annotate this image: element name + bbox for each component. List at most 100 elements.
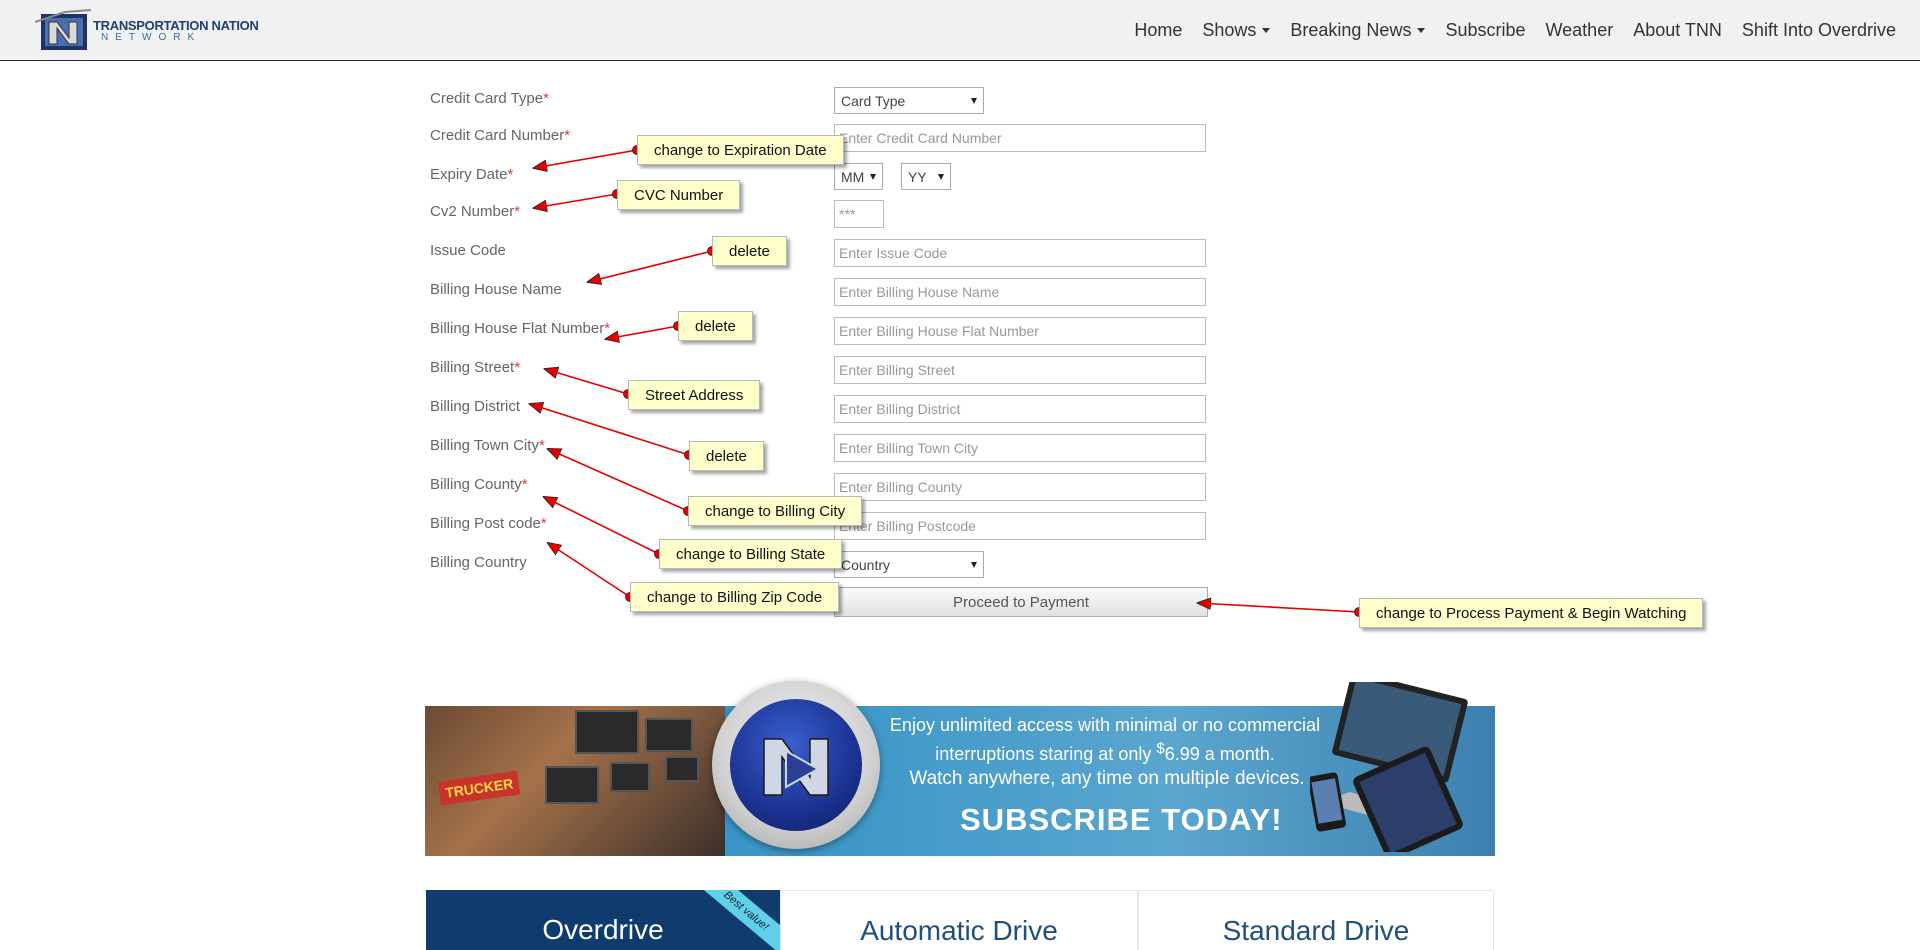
nav-about-label: About TNN [1633,19,1722,40]
main-nav: Home Shows Breaking News Subscribe Weath… [1114,0,1896,60]
dropdown-arrow-icon [971,98,977,104]
house-flat-input[interactable] [834,317,1206,345]
banner-thumbnail [575,710,639,754]
district-input[interactable] [834,395,1206,423]
annotation-note: change to Billing Zip Code [630,582,840,612]
top-navbar: TRANSPORTATION NATION NETWORK Home Shows… [0,0,1920,61]
nav-breaking-news[interactable]: Breaking News [1290,19,1426,41]
required-mark: * [540,515,547,532]
banner-thumbnail [645,718,693,752]
annotation-note: Street Address [628,380,761,410]
label-town-city: Billing Town City* [430,437,545,454]
arrow-5 [545,369,629,395]
banner-show-collage: TRUCKER [425,706,725,856]
dropdown-arrow-icon [971,562,977,568]
annotation-note: CVC Number [617,180,741,210]
country-select[interactable]: Country [834,551,984,578]
banner-cta[interactable]: SUBSCRIBE TODAY! [960,802,1283,838]
plan-standard-drive[interactable]: Standard Drive [1138,890,1494,950]
plan-overdrive[interactable]: Overdrive Best value! [426,890,780,950]
label-district: Billing District [430,398,521,415]
card-type-select[interactable]: Card Type [834,87,984,114]
nav-home[interactable]: Home [1134,20,1182,41]
arrow-9 [548,543,631,598]
dropdown-arrow-icon [938,174,944,180]
required-mark: * [543,90,549,107]
arrow-6 [530,404,690,456]
proceed-to-payment-button[interactable]: Proceed to Payment [834,587,1208,617]
caret-down-icon [1262,27,1271,33]
banner-thumbnail [545,766,599,804]
label-county: Billing County* [430,476,528,493]
label-issue-code: Issue Code [430,242,506,259]
required-mark: * [514,203,521,220]
annotation-note: delete [678,311,753,341]
nav-shows[interactable]: Shows [1202,19,1271,41]
nav-shift-into-overdrive[interactable]: Shift Into Overdrive [1742,20,1896,41]
card-number-input[interactable] [834,124,1206,152]
label-card-type: Credit Card Type* [430,90,549,107]
logo-title: TRANSPORTATION NATION [93,18,259,33]
annotation-note: delete [712,236,787,266]
label-street: Billing Street* [430,359,521,376]
required-mark: * [521,476,528,493]
label-card-number: Credit Card Number* [430,127,571,144]
required-mark: * [604,320,611,337]
tnn-logo[interactable]: TRANSPORTATION NATION NETWORK [35,8,259,54]
plan-automatic-drive[interactable]: Automatic Drive [780,890,1138,950]
arrow-10 [1198,603,1360,613]
required-mark: * [538,437,545,454]
plan-name: Automatic Drive [860,915,1058,946]
annotation-note: delete [689,441,764,471]
nav-weather[interactable]: Weather [1546,20,1614,41]
best-value-ribbon: Best value! [692,890,780,950]
label-country: Billing Country [430,554,527,571]
banner-thumbnail [610,762,650,792]
banner-thumbnail [665,756,699,782]
required-mark: * [564,127,571,144]
expiry-year-select[interactable]: YY [901,163,951,190]
arrow-2 [534,193,618,208]
nav-subscribe[interactable]: Subscribe [1445,20,1525,41]
logo-subtitle: NETWORK [101,32,202,43]
required-mark: * [514,359,521,376]
nav-subscribe-label: Subscribe [1445,19,1526,40]
label-expiry: Expiry Date* [430,166,514,183]
nav-breaking-news-label: Breaking News [1290,19,1412,40]
issue-code-input[interactable] [834,239,1206,267]
nav-shows-label: Shows [1202,19,1257,40]
arrow-1 [534,149,638,168]
expiry-month-select[interactable]: MM [834,163,883,190]
devices-icon [1310,682,1468,852]
street-input[interactable] [834,356,1206,384]
label-house-flat: Billing House Flat Number* [430,320,611,337]
nav-home-label: Home [1134,19,1183,40]
arrow-3 [588,250,713,282]
cv2-input[interactable] [834,200,884,228]
house-name-input[interactable] [834,278,1206,306]
required-mark: * [507,166,514,183]
play-logo-icon [763,738,829,796]
plan-name: Standard Drive [1222,915,1410,946]
banner-text-line1: Enjoy unlimited access with minimal or n… [889,715,1321,764]
arrow-7 [548,449,689,512]
arrow-8 [544,497,660,555]
tnn-circle-logo-icon [712,681,880,849]
county-input[interactable] [834,473,1206,501]
dropdown-arrow-icon [870,174,876,180]
town-city-input[interactable] [834,434,1206,462]
banner-text-line3: Watch anywhere, any time on multiple dev… [909,768,1305,789]
nav-about[interactable]: About TNN [1633,20,1722,41]
postcode-input[interactable] [834,512,1206,540]
annotation-note: change to Process Payment & Begin Watchi… [1359,598,1704,628]
annotation-note: change to Billing State [659,539,843,569]
annotation-note: change to Billing City [688,496,863,526]
label-house-name: Billing House Name [430,281,562,298]
arrow-4 [606,325,679,339]
nav-weather-label: Weather [1545,19,1614,40]
label-postcode: Billing Post code* [430,515,547,532]
annotation-note: change to Expiration Date [637,135,844,165]
label-cv2: Cv2 Number* [430,203,521,220]
nav-shift-label: Shift Into Overdrive [1741,19,1896,40]
plan-name: Overdrive [542,914,664,945]
